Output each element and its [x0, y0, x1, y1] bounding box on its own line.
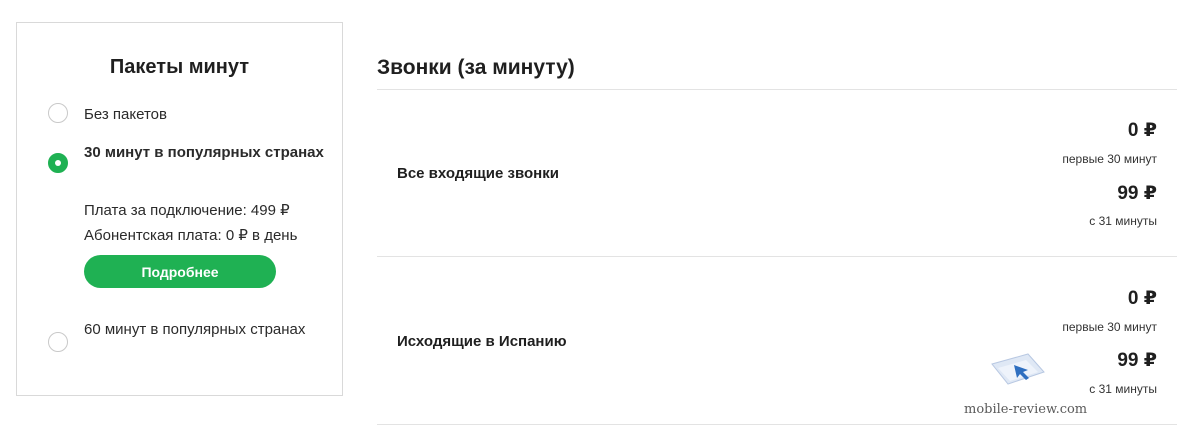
radio-30-minutes[interactable] — [48, 153, 68, 173]
connection-fee: Плата за подключение: 499 ₽ — [84, 202, 290, 219]
packages-title: Пакеты минут — [109, 56, 250, 78]
outgoing-note-second: с 31 минуты — [1089, 382, 1157, 396]
watermark-text: mobile-review.com — [964, 402, 1088, 417]
incoming-price-first: 0 ₽ — [1127, 120, 1157, 141]
incoming-calls-label: Все входящие звонки — [397, 165, 559, 182]
calls-section: Звонки (за минуту) Все входящие звонки 0… — [377, 0, 1177, 440]
divider — [377, 424, 1177, 425]
outgoing-spain-label: Исходящие в Испанию — [397, 333, 567, 350]
option-60-minutes-label[interactable]: 60 минут в популярных странах — [84, 317, 324, 342]
subscription-fee: Абонентская плата: 0 ₽ в день — [84, 227, 298, 244]
incoming-note-second: с 31 минуты — [1089, 214, 1157, 228]
mobile-review-logo-icon — [991, 353, 1045, 385]
divider — [377, 256, 1177, 257]
incoming-note-first: первые 30 минут — [1062, 152, 1157, 166]
divider — [377, 89, 1177, 90]
details-button[interactable]: Подробнее — [84, 255, 276, 288]
radio-no-packages[interactable] — [48, 103, 68, 123]
outgoing-price-first: 0 ₽ — [1127, 288, 1157, 309]
outgoing-note-first: первые 30 минут — [1062, 320, 1157, 334]
minute-packages-panel: Пакеты минут Без пакетов 30 минут в попу… — [16, 22, 343, 396]
option-30-minutes-label[interactable]: 30 минут в популярных странах — [84, 140, 324, 165]
outgoing-price-second: 99 ₽ — [1117, 350, 1157, 371]
option-no-packages-label[interactable]: Без пакетов — [84, 102, 324, 127]
incoming-price-second: 99 ₽ — [1117, 183, 1157, 204]
radio-60-minutes[interactable] — [48, 332, 68, 352]
calls-title: Звонки (за минуту) — [377, 56, 575, 79]
